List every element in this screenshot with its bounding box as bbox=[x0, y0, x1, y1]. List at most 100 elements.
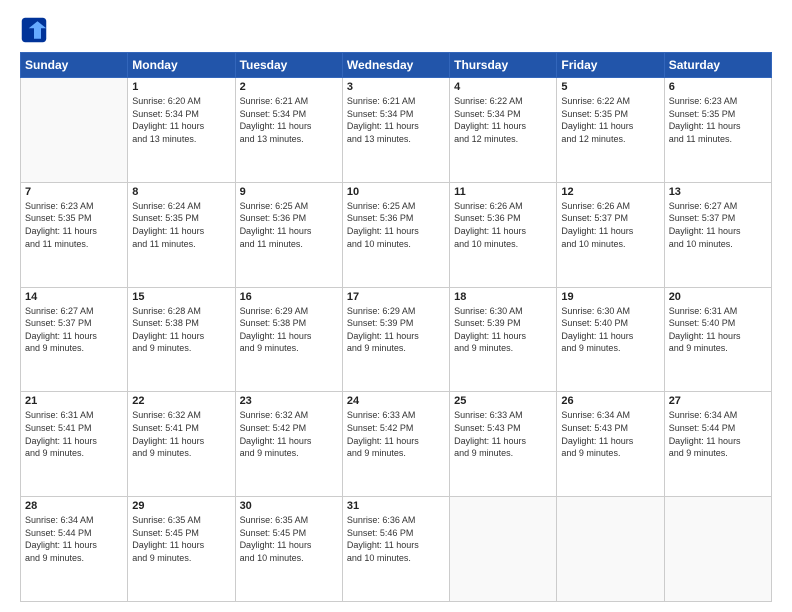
calendar-cell: 11 Sunrise: 6:26 AM Sunset: 5:36 PM Dayli… bbox=[450, 182, 557, 287]
calendar-cell: 29Sunrise: 6:35 AM Sunset: 5:45 PM Dayli… bbox=[128, 497, 235, 602]
day-info: Sunrise: 6:21 AM Sunset: 5:34 PM Dayligh… bbox=[347, 95, 445, 145]
day-info: Sunrise: 6:23 AM Sunset: 5:35 PM Dayligh… bbox=[669, 95, 767, 145]
calendar-cell: 13 Sunrise: 6:27 AM Sunset: 5:37 PM Dayli… bbox=[664, 182, 771, 287]
col-header-monday: Monday bbox=[128, 53, 235, 78]
col-header-saturday: Saturday bbox=[664, 53, 771, 78]
day-number: 25 bbox=[454, 395, 552, 407]
calendar-week-row: 1 Sunrise: 6:20 AM Sunset: 5:34 PM Daylig… bbox=[21, 78, 772, 183]
day-number: 20 bbox=[669, 291, 767, 303]
day-info: Sunrise: 6:26 AM Sunset: 5:37 PM Dayligh… bbox=[561, 200, 659, 250]
day-number: 26 bbox=[561, 395, 659, 407]
day-number: 22 bbox=[132, 395, 230, 407]
day-number: 17 bbox=[347, 291, 445, 303]
calendar-cell: 21 Sunrise: 6:31 AM Sunset: 5:41 PM Dayli… bbox=[21, 392, 128, 497]
day-number: 1 bbox=[132, 81, 230, 93]
calendar-cell: 1 Sunrise: 6:20 AM Sunset: 5:34 PM Daylig… bbox=[128, 78, 235, 183]
calendar-week-row: 7 Sunrise: 6:23 AM Sunset: 5:35 PM Daylig… bbox=[21, 182, 772, 287]
day-number: 19 bbox=[561, 291, 659, 303]
calendar-cell bbox=[664, 497, 771, 602]
calendar-week-row: 14 Sunrise: 6:27 AM Sunset: 5:37 PM Dayli… bbox=[21, 287, 772, 392]
day-info: Sunrise: 6:23 AM Sunset: 5:35 PM Dayligh… bbox=[25, 200, 123, 250]
calendar-cell: 15Sunrise: 6:28 AM Sunset: 5:38 PM Dayli… bbox=[128, 287, 235, 392]
calendar-table: SundayMondayTuesdayWednesdayThursdayFrid… bbox=[20, 52, 772, 602]
calendar-cell: 6Sunrise: 6:23 AM Sunset: 5:35 PM Daylig… bbox=[664, 78, 771, 183]
day-info: Sunrise: 6:26 AM Sunset: 5:36 PM Dayligh… bbox=[454, 200, 552, 250]
calendar-cell: 28Sunrise: 6:34 AM Sunset: 5:44 PM Dayli… bbox=[21, 497, 128, 602]
calendar-cell: 10 Sunrise: 6:25 AM Sunset: 5:36 PM Dayli… bbox=[342, 182, 449, 287]
day-number: 18 bbox=[454, 291, 552, 303]
day-number: 29 bbox=[132, 500, 230, 512]
calendar-week-row: 28Sunrise: 6:34 AM Sunset: 5:44 PM Dayli… bbox=[21, 497, 772, 602]
col-header-sunday: Sunday bbox=[21, 53, 128, 78]
day-info: Sunrise: 6:29 AM Sunset: 5:39 PM Dayligh… bbox=[347, 305, 445, 355]
day-number: 2 bbox=[240, 81, 338, 93]
page: SundayMondayTuesdayWednesdayThursdayFrid… bbox=[0, 0, 792, 612]
day-info: Sunrise: 6:21 AM Sunset: 5:34 PM Dayligh… bbox=[240, 95, 338, 145]
day-info: Sunrise: 6:30 AM Sunset: 5:40 PM Dayligh… bbox=[561, 305, 659, 355]
day-number: 16 bbox=[240, 291, 338, 303]
calendar-cell: 14 Sunrise: 6:27 AM Sunset: 5:37 PM Dayli… bbox=[21, 287, 128, 392]
day-info: Sunrise: 6:34 AM Sunset: 5:43 PM Dayligh… bbox=[561, 409, 659, 459]
day-info: Sunrise: 6:27 AM Sunset: 5:37 PM Dayligh… bbox=[669, 200, 767, 250]
day-number: 14 bbox=[25, 291, 123, 303]
calendar-cell: 22Sunrise: 6:32 AM Sunset: 5:41 PM Dayli… bbox=[128, 392, 235, 497]
day-number: 10 bbox=[347, 186, 445, 198]
day-info: Sunrise: 6:34 AM Sunset: 5:44 PM Dayligh… bbox=[669, 409, 767, 459]
day-number: 24 bbox=[347, 395, 445, 407]
day-number: 5 bbox=[561, 81, 659, 93]
calendar-cell: 2 Sunrise: 6:21 AM Sunset: 5:34 PM Daylig… bbox=[235, 78, 342, 183]
day-number: 11 bbox=[454, 186, 552, 198]
logo-icon bbox=[20, 16, 48, 44]
day-info: Sunrise: 6:24 AM Sunset: 5:35 PM Dayligh… bbox=[132, 200, 230, 250]
calendar-cell: 31Sunrise: 6:36 AM Sunset: 5:46 PM Dayli… bbox=[342, 497, 449, 602]
day-info: Sunrise: 6:36 AM Sunset: 5:46 PM Dayligh… bbox=[347, 514, 445, 564]
calendar-cell: 9 Sunrise: 6:25 AM Sunset: 5:36 PM Daylig… bbox=[235, 182, 342, 287]
calendar-cell: 25 Sunrise: 6:33 AM Sunset: 5:43 PM Dayli… bbox=[450, 392, 557, 497]
day-info: Sunrise: 6:31 AM Sunset: 5:41 PM Dayligh… bbox=[25, 409, 123, 459]
day-info: Sunrise: 6:28 AM Sunset: 5:38 PM Dayligh… bbox=[132, 305, 230, 355]
day-info: Sunrise: 6:30 AM Sunset: 5:39 PM Dayligh… bbox=[454, 305, 552, 355]
logo bbox=[20, 16, 52, 44]
day-number: 9 bbox=[240, 186, 338, 198]
calendar-cell: 24 Sunrise: 6:33 AM Sunset: 5:42 PM Dayli… bbox=[342, 392, 449, 497]
day-info: Sunrise: 6:22 AM Sunset: 5:35 PM Dayligh… bbox=[561, 95, 659, 145]
day-number: 30 bbox=[240, 500, 338, 512]
header bbox=[20, 16, 772, 44]
day-info: Sunrise: 6:25 AM Sunset: 5:36 PM Dayligh… bbox=[347, 200, 445, 250]
day-info: Sunrise: 6:35 AM Sunset: 5:45 PM Dayligh… bbox=[240, 514, 338, 564]
calendar-cell: 5 Sunrise: 6:22 AM Sunset: 5:35 PM Daylig… bbox=[557, 78, 664, 183]
day-number: 13 bbox=[669, 186, 767, 198]
day-info: Sunrise: 6:20 AM Sunset: 5:34 PM Dayligh… bbox=[132, 95, 230, 145]
calendar-header-row: SundayMondayTuesdayWednesdayThursdayFrid… bbox=[21, 53, 772, 78]
day-info: Sunrise: 6:31 AM Sunset: 5:40 PM Dayligh… bbox=[669, 305, 767, 355]
day-number: 28 bbox=[25, 500, 123, 512]
day-number: 3 bbox=[347, 81, 445, 93]
calendar-cell: 3 Sunrise: 6:21 AM Sunset: 5:34 PM Daylig… bbox=[342, 78, 449, 183]
calendar-cell: 12 Sunrise: 6:26 AM Sunset: 5:37 PM Dayli… bbox=[557, 182, 664, 287]
calendar-cell: 8 Sunrise: 6:24 AM Sunset: 5:35 PM Daylig… bbox=[128, 182, 235, 287]
calendar-cell: 20 Sunrise: 6:31 AM Sunset: 5:40 PM Dayli… bbox=[664, 287, 771, 392]
calendar-cell: 23Sunrise: 6:32 AM Sunset: 5:42 PM Dayli… bbox=[235, 392, 342, 497]
calendar-cell bbox=[21, 78, 128, 183]
day-number: 7 bbox=[25, 186, 123, 198]
calendar-cell: 4Sunrise: 6:22 AM Sunset: 5:34 PM Daylig… bbox=[450, 78, 557, 183]
day-info: Sunrise: 6:25 AM Sunset: 5:36 PM Dayligh… bbox=[240, 200, 338, 250]
day-info: Sunrise: 6:33 AM Sunset: 5:43 PM Dayligh… bbox=[454, 409, 552, 459]
calendar-cell: 30 Sunrise: 6:35 AM Sunset: 5:45 PM Dayli… bbox=[235, 497, 342, 602]
calendar-cell: 16 Sunrise: 6:29 AM Sunset: 5:38 PM Dayli… bbox=[235, 287, 342, 392]
day-info: Sunrise: 6:33 AM Sunset: 5:42 PM Dayligh… bbox=[347, 409, 445, 459]
calendar-cell: 27 Sunrise: 6:34 AM Sunset: 5:44 PM Dayli… bbox=[664, 392, 771, 497]
day-number: 8 bbox=[132, 186, 230, 198]
day-info: Sunrise: 6:32 AM Sunset: 5:42 PM Dayligh… bbox=[240, 409, 338, 459]
day-info: Sunrise: 6:29 AM Sunset: 5:38 PM Dayligh… bbox=[240, 305, 338, 355]
day-number: 21 bbox=[25, 395, 123, 407]
calendar-cell: 26 Sunrise: 6:34 AM Sunset: 5:43 PM Dayli… bbox=[557, 392, 664, 497]
calendar-cell: 18 Sunrise: 6:30 AM Sunset: 5:39 PM Dayli… bbox=[450, 287, 557, 392]
day-number: 27 bbox=[669, 395, 767, 407]
calendar-cell bbox=[557, 497, 664, 602]
calendar-cell: 17 Sunrise: 6:29 AM Sunset: 5:39 PM Dayli… bbox=[342, 287, 449, 392]
calendar-week-row: 21 Sunrise: 6:31 AM Sunset: 5:41 PM Dayli… bbox=[21, 392, 772, 497]
day-number: 12 bbox=[561, 186, 659, 198]
calendar-cell: 19 Sunrise: 6:30 AM Sunset: 5:40 PM Dayli… bbox=[557, 287, 664, 392]
day-info: Sunrise: 6:27 AM Sunset: 5:37 PM Dayligh… bbox=[25, 305, 123, 355]
